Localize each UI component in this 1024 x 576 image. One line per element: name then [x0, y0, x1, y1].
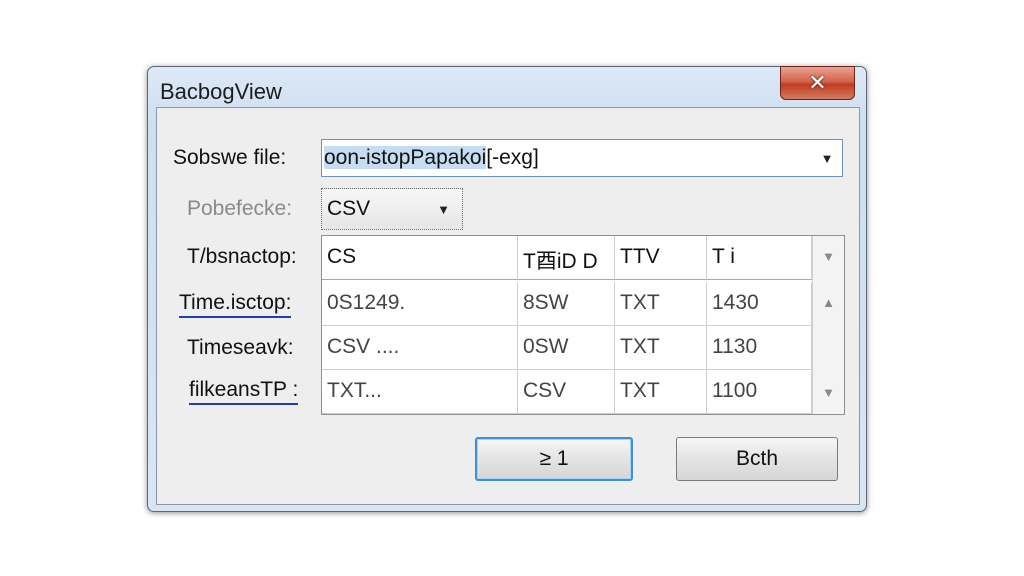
close-icon: ✕ — [808, 70, 827, 95]
table-cell: 1100 — [707, 370, 812, 414]
row-label-3: filkeansTP : — [189, 378, 299, 405]
ok-button[interactable]: ≥ 1 — [475, 437, 633, 481]
source-file-rest-text: [-exg] — [486, 146, 539, 169]
table-row[interactable]: 0S1249. 8SW TXT 1430 — [322, 282, 812, 326]
close-button[interactable]: ✕ — [780, 66, 855, 100]
column-header[interactable]: TTV — [615, 236, 707, 280]
table-cell: 1130 — [707, 326, 812, 370]
chevron-down-icon[interactable]: ▼ — [437, 202, 450, 217]
column-header[interactable]: T i — [707, 236, 812, 280]
chevron-down-icon[interactable]: ▼ — [812, 140, 842, 176]
dialog-client-area: Sobswe file: oon-istopPapakoi[-exg] ▼ Po… — [156, 107, 860, 505]
table-label: T/bsnactop: — [187, 245, 297, 268]
table-cell: CSV — [518, 370, 615, 414]
chevron-down-icon[interactable]: ▼ — [813, 236, 844, 276]
table-cell: TXT — [615, 282, 707, 326]
table-row[interactable]: CSV .... 0SW TXT 1130 — [322, 326, 812, 370]
vertical-scrollbar[interactable]: ▼ ▲ ▼ — [812, 236, 844, 414]
table-cell: 8SW — [518, 282, 615, 326]
data-grid[interactable]: CS T⾣iD D TTV T i 0S1249. 8SW TXT 1430 C… — [321, 235, 845, 415]
table-cell: TXT — [615, 370, 707, 414]
table-cell: CSV .... — [322, 326, 518, 370]
source-file-combo[interactable]: oon-istopPapakoi[-exg] ▼ — [321, 139, 843, 177]
dialog-window: BacbogView ✕ Sobswe file: oon-istopPapak… — [147, 66, 867, 512]
row-label-2: Timeseavk: — [187, 336, 294, 359]
table-cell: TXT... — [322, 370, 518, 414]
table-cell: TXT — [615, 326, 707, 370]
column-header[interactable]: T⾣iD D — [518, 236, 615, 280]
source-file-selected-text: oon-istopPapakoi — [324, 146, 487, 169]
table-cell: 1430 — [707, 282, 812, 326]
window-title: BacbogView — [160, 79, 282, 104]
grid-header-row: CS T⾣iD D TTV T i — [322, 236, 812, 280]
format-label: Pobefecke: — [187, 197, 293, 220]
scroll-up-icon[interactable]: ▲ — [813, 282, 844, 322]
source-file-label: Sobswe file: — [173, 146, 287, 169]
format-value: CSV — [327, 197, 371, 220]
table-row[interactable]: TXT... CSV TXT 1100 — [322, 370, 812, 414]
table-cell: 0S1249. — [322, 282, 518, 326]
source-file-value[interactable]: oon-istopPapakoi[-exg] — [324, 146, 539, 170]
column-header[interactable]: CS — [322, 236, 518, 280]
cancel-button[interactable]: Bcth — [676, 437, 838, 481]
format-combo[interactable]: CSV ▼ — [321, 188, 463, 230]
scroll-down-icon[interactable]: ▼ — [813, 372, 844, 412]
row-label-1: Time.isctop: — [179, 291, 292, 318]
table-cell: 0SW — [518, 326, 615, 370]
